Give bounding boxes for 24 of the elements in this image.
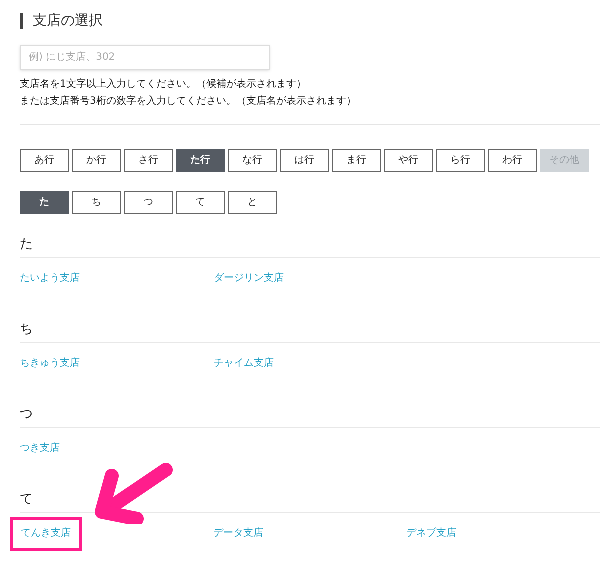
row-tab[interactable]: ま行: [332, 149, 381, 172]
kana-tab[interactable]: て: [176, 191, 225, 214]
row-tab[interactable]: さ行: [124, 149, 173, 172]
section-heading: ち: [20, 322, 34, 338]
row-tab[interactable]: か行: [72, 149, 121, 172]
section-heading: た: [20, 237, 34, 253]
section-heading: て: [20, 492, 34, 508]
kana-tab[interactable]: ち: [72, 191, 121, 214]
title-bar-mark: [20, 13, 23, 29]
row-tab[interactable]: た行: [176, 149, 225, 172]
kana-tab[interactable]: つ: [124, 191, 173, 214]
hint-text: 支店名を1文字以上入力してください。（候補が表示されます）: [20, 78, 308, 91]
section-heading: つ: [20, 407, 34, 423]
row-tab[interactable]: は行: [280, 149, 329, 172]
page-title: 支店の選択: [33, 14, 103, 28]
row-tab[interactable]: な行: [228, 149, 277, 172]
row-tab[interactable]: や行: [384, 149, 433, 172]
row-tab[interactable]: あ行: [20, 149, 69, 172]
row-tab[interactable]: わ行: [488, 149, 537, 172]
kana-tab[interactable]: と: [228, 191, 277, 214]
kana-tab[interactable]: た: [20, 191, 69, 214]
search-field[interactable]: 例) にじ支店、302: [20, 45, 270, 70]
row-tab[interactable]: ら行: [436, 149, 485, 172]
hint-text: または支店番号3桁の数字を入力してください。（支店名が表示されます）: [20, 95, 358, 108]
